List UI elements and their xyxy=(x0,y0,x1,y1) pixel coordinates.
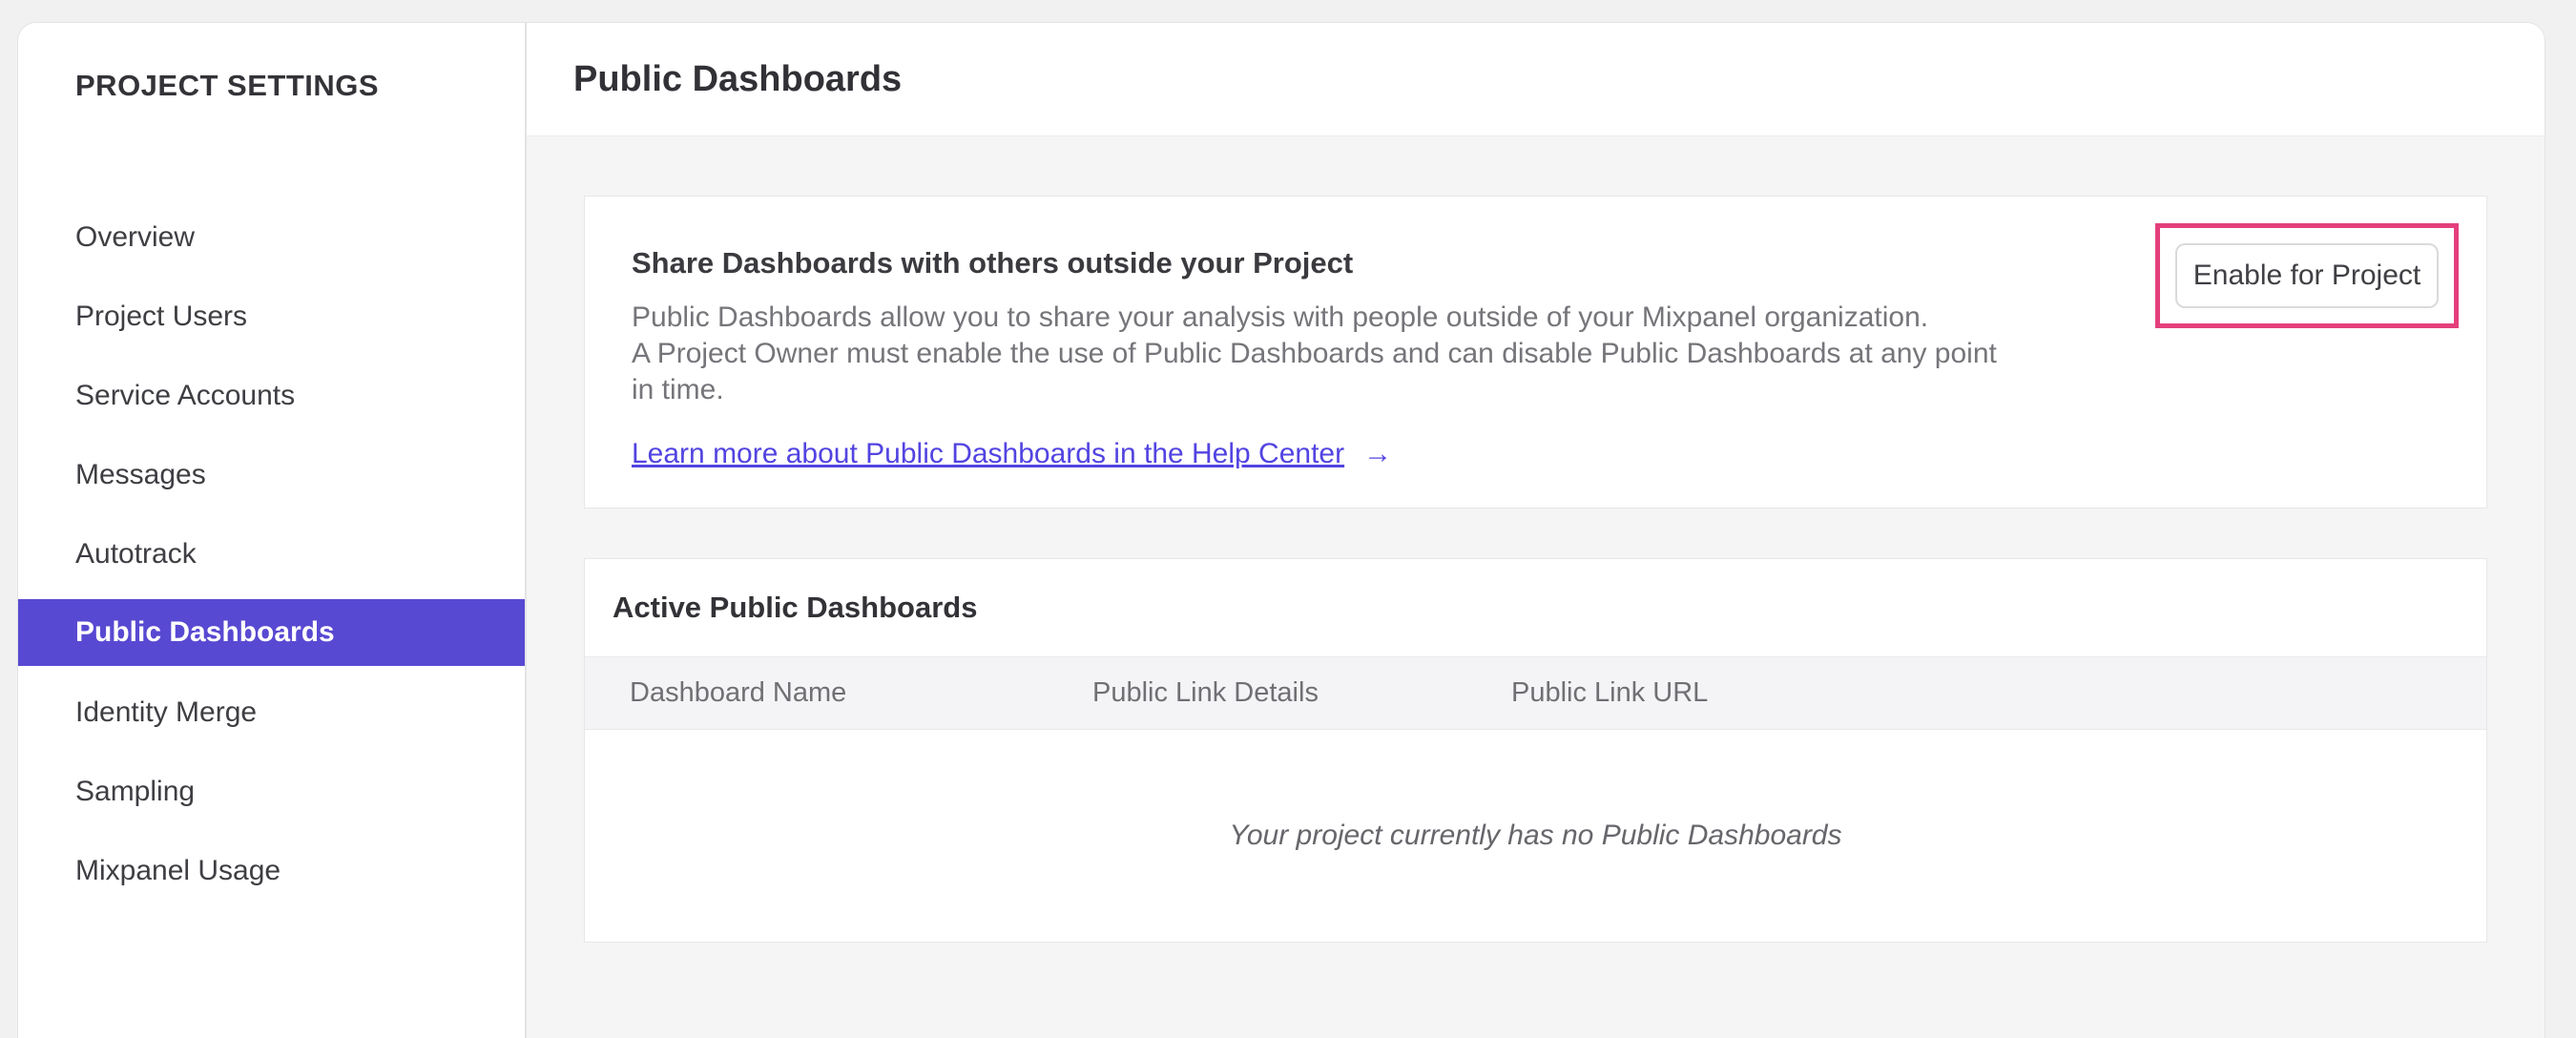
sidebar-item-public-dashboards[interactable]: Public Dashboards xyxy=(18,599,525,666)
arrow-right-icon: → xyxy=(1363,438,1393,469)
empty-state-message: Your project currently has no Public Das… xyxy=(1229,820,1842,851)
help-center-link[interactable]: Learn more about Public Dashboards in th… xyxy=(632,435,1344,473)
page-header: Public Dashboards xyxy=(527,23,2545,136)
settings-window: PROJECT SETTINGS Overview Project Users … xyxy=(17,22,2545,1038)
description-line: A Project Owner must enable the use of P… xyxy=(632,338,1997,369)
sidebar-menu: Overview Project Users Service Accounts … xyxy=(18,197,525,910)
main-panel: Public Dashboards Share Dashboards with … xyxy=(527,23,2545,1038)
annotation-highlight-box: Enable for Project xyxy=(2155,223,2459,328)
active-dashboards-card: Active Public Dashboards Dashboard Name … xyxy=(584,558,2487,943)
sidebar-item-messages[interactable]: Messages xyxy=(18,435,525,514)
share-dashboards-card: Share Dashboards with others outside you… xyxy=(584,196,2487,509)
column-public-link-details: Public Link Details xyxy=(1092,677,1319,708)
enable-for-project-button[interactable]: Enable for Project xyxy=(2175,243,2439,308)
sidebar-item-project-users[interactable]: Project Users xyxy=(18,277,525,356)
description-line: in time. xyxy=(632,374,724,405)
page-title: Public Dashboards xyxy=(573,58,903,99)
sidebar-item-autotrack[interactable]: Autotrack xyxy=(18,514,525,593)
sidebar-item-identity-merge[interactable]: Identity Merge xyxy=(18,673,525,752)
project-settings-sidebar: PROJECT SETTINGS Overview Project Users … xyxy=(18,23,525,1038)
sidebar-title: PROJECT SETTINGS xyxy=(75,69,380,102)
dashboards-table-header: Dashboard Name Public Link Details Publi… xyxy=(585,656,2486,730)
sidebar-item-mixpanel-usage[interactable]: Mixpanel Usage xyxy=(18,831,525,910)
column-public-link-url: Public Link URL xyxy=(1511,677,1709,708)
sidebar-item-overview[interactable]: Overview xyxy=(18,197,525,277)
sidebar-item-service-accounts[interactable]: Service Accounts xyxy=(18,356,525,435)
help-link-row: Learn more about Public Dashboards in th… xyxy=(632,435,2440,473)
column-dashboard-name: Dashboard Name xyxy=(630,677,847,708)
page-content: Share Dashboards with others outside you… xyxy=(527,136,2545,1038)
active-card-heading: Active Public Dashboards xyxy=(613,591,978,624)
sidebar-item-sampling[interactable]: Sampling xyxy=(18,752,525,831)
empty-state-row: Your project currently has no Public Das… xyxy=(585,730,2486,942)
